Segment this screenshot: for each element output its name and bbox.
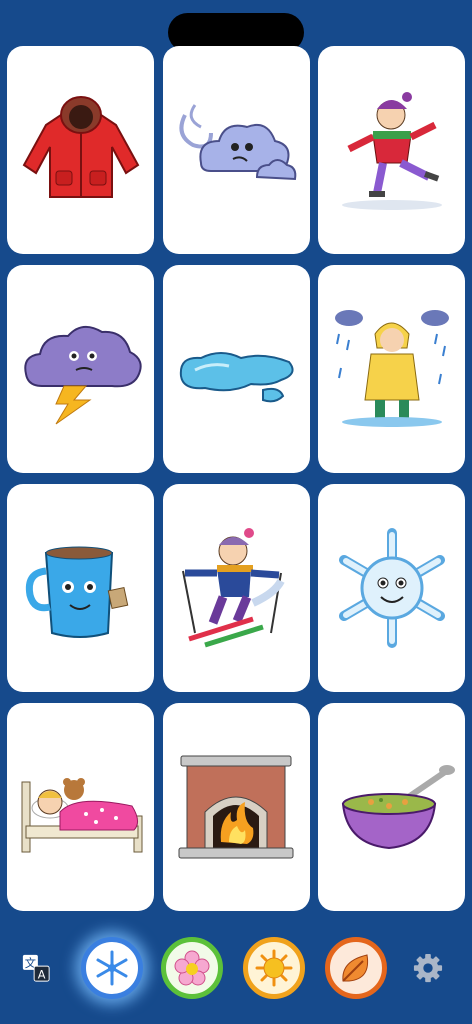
rain-coat-card[interactable]	[318, 265, 465, 473]
hot-cocoa-mug-icon	[25, 546, 128, 638]
ice-skating-card[interactable]	[318, 46, 465, 254]
flower-icon	[174, 950, 210, 986]
autumn-season-button[interactable]	[325, 937, 387, 999]
water-puddle-icon	[179, 352, 294, 403]
translate-icon[interactable]: 文 A	[20, 952, 52, 984]
winter-season-button[interactable]	[81, 937, 143, 999]
soup-card[interactable]	[318, 703, 465, 911]
svg-text:A: A	[38, 968, 46, 981]
leaf-icon	[342, 954, 369, 982]
child-sleeping-in-bed-icon	[21, 778, 142, 853]
child-in-raincoat-icon	[334, 310, 449, 427]
fireplace-icon	[178, 755, 294, 859]
child-skiing-icon	[182, 528, 285, 648]
girl-ice-skating-icon	[341, 92, 442, 210]
hot-drink-card[interactable]	[7, 484, 154, 692]
puddle-card[interactable]	[162, 265, 310, 473]
thunder-cloud-icon	[23, 325, 142, 425]
winter-coat-card[interactable]	[7, 46, 154, 254]
storm-cloud-card[interactable]	[7, 265, 154, 473]
gear-icon[interactable]	[412, 952, 444, 984]
fireplace-card[interactable]	[162, 703, 310, 911]
soup-bowl-icon	[341, 765, 455, 850]
sun-icon	[255, 949, 293, 987]
wind-cloud-card[interactable]	[162, 46, 310, 254]
sleeping-card[interactable]	[7, 703, 154, 911]
smiling-snowflake-icon	[338, 528, 445, 648]
season-toolbar: 文 A	[0, 930, 472, 1024]
card-grid	[7, 46, 465, 911]
spring-season-button[interactable]	[161, 937, 223, 999]
snowflake-icon	[96, 950, 128, 986]
skiing-card[interactable]	[162, 484, 310, 692]
windy-cloud-icon	[179, 104, 297, 181]
red-winter-coat-icon	[22, 96, 139, 198]
summer-season-button[interactable]	[243, 937, 305, 999]
snowflake-card[interactable]	[318, 484, 465, 692]
